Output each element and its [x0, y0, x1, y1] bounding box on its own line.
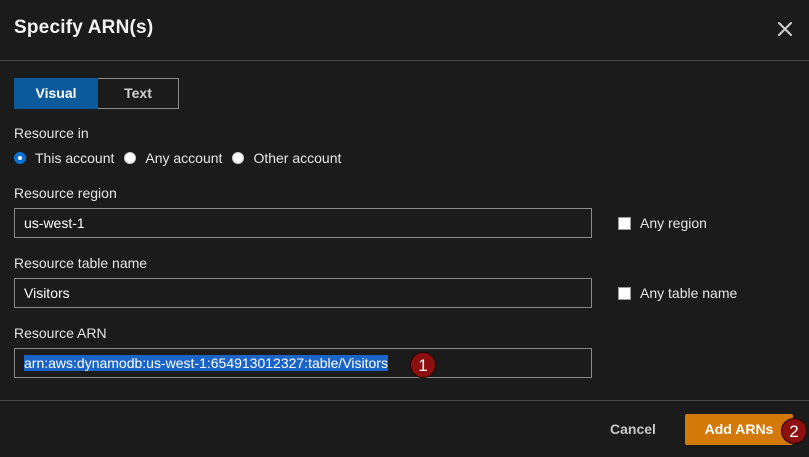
- specify-arns-dialog: Specify ARN(s) Visual Text Resource in T…: [0, 0, 809, 456]
- any-region-option[interactable]: Any region: [618, 215, 707, 231]
- cancel-button[interactable]: Cancel: [597, 421, 669, 441]
- resource-table-name-input[interactable]: Visitors: [14, 278, 592, 308]
- resource-in-radio-group: This account Any account Other account: [14, 150, 351, 166]
- radio-this-account[interactable]: [14, 152, 26, 164]
- annotation-marker-2: 2: [781, 418, 807, 444]
- any-region-label[interactable]: Any region: [640, 215, 707, 231]
- resource-arn-input[interactable]: arn:aws:dynamodb:us-west-1:654913012327:…: [14, 348, 592, 378]
- any-table-name-checkbox[interactable]: [618, 286, 631, 300]
- mode-tabs: Visual Text: [14, 78, 179, 109]
- radio-any-account[interactable]: [124, 152, 137, 164]
- resource-arn-label: Resource ARN: [14, 325, 107, 341]
- resource-arn-value[interactable]: arn:aws:dynamodb:us-west-1:654913012327:…: [24, 355, 388, 371]
- annotation-marker-1: 1: [410, 352, 436, 378]
- any-table-name-option[interactable]: Any table name: [618, 285, 737, 301]
- close-icon[interactable]: [774, 18, 796, 40]
- resource-region-label: Resource region: [14, 185, 117, 201]
- tab-visual[interactable]: Visual: [14, 78, 98, 109]
- dialog-footer: Cancel Add ARNs 2: [0, 400, 809, 457]
- add-arns-button[interactable]: Add ARNs: [685, 414, 793, 445]
- resource-region-input[interactable]: us-west-1: [14, 208, 592, 238]
- radio-other-account-label[interactable]: Other account: [253, 150, 341, 166]
- radio-any-account-label[interactable]: Any account: [145, 150, 222, 166]
- resource-in-label: Resource in: [14, 125, 89, 141]
- radio-this-account-label[interactable]: This account: [35, 150, 114, 166]
- radio-other-account[interactable]: [232, 152, 245, 164]
- dialog-header: Specify ARN(s): [0, 0, 809, 61]
- dialog-title: Specify ARN(s): [14, 17, 154, 38]
- any-table-name-label[interactable]: Any table name: [640, 285, 737, 301]
- tab-text[interactable]: Text: [98, 78, 179, 109]
- resource-table-name-label: Resource table name: [14, 255, 148, 271]
- any-region-checkbox[interactable]: [618, 216, 631, 230]
